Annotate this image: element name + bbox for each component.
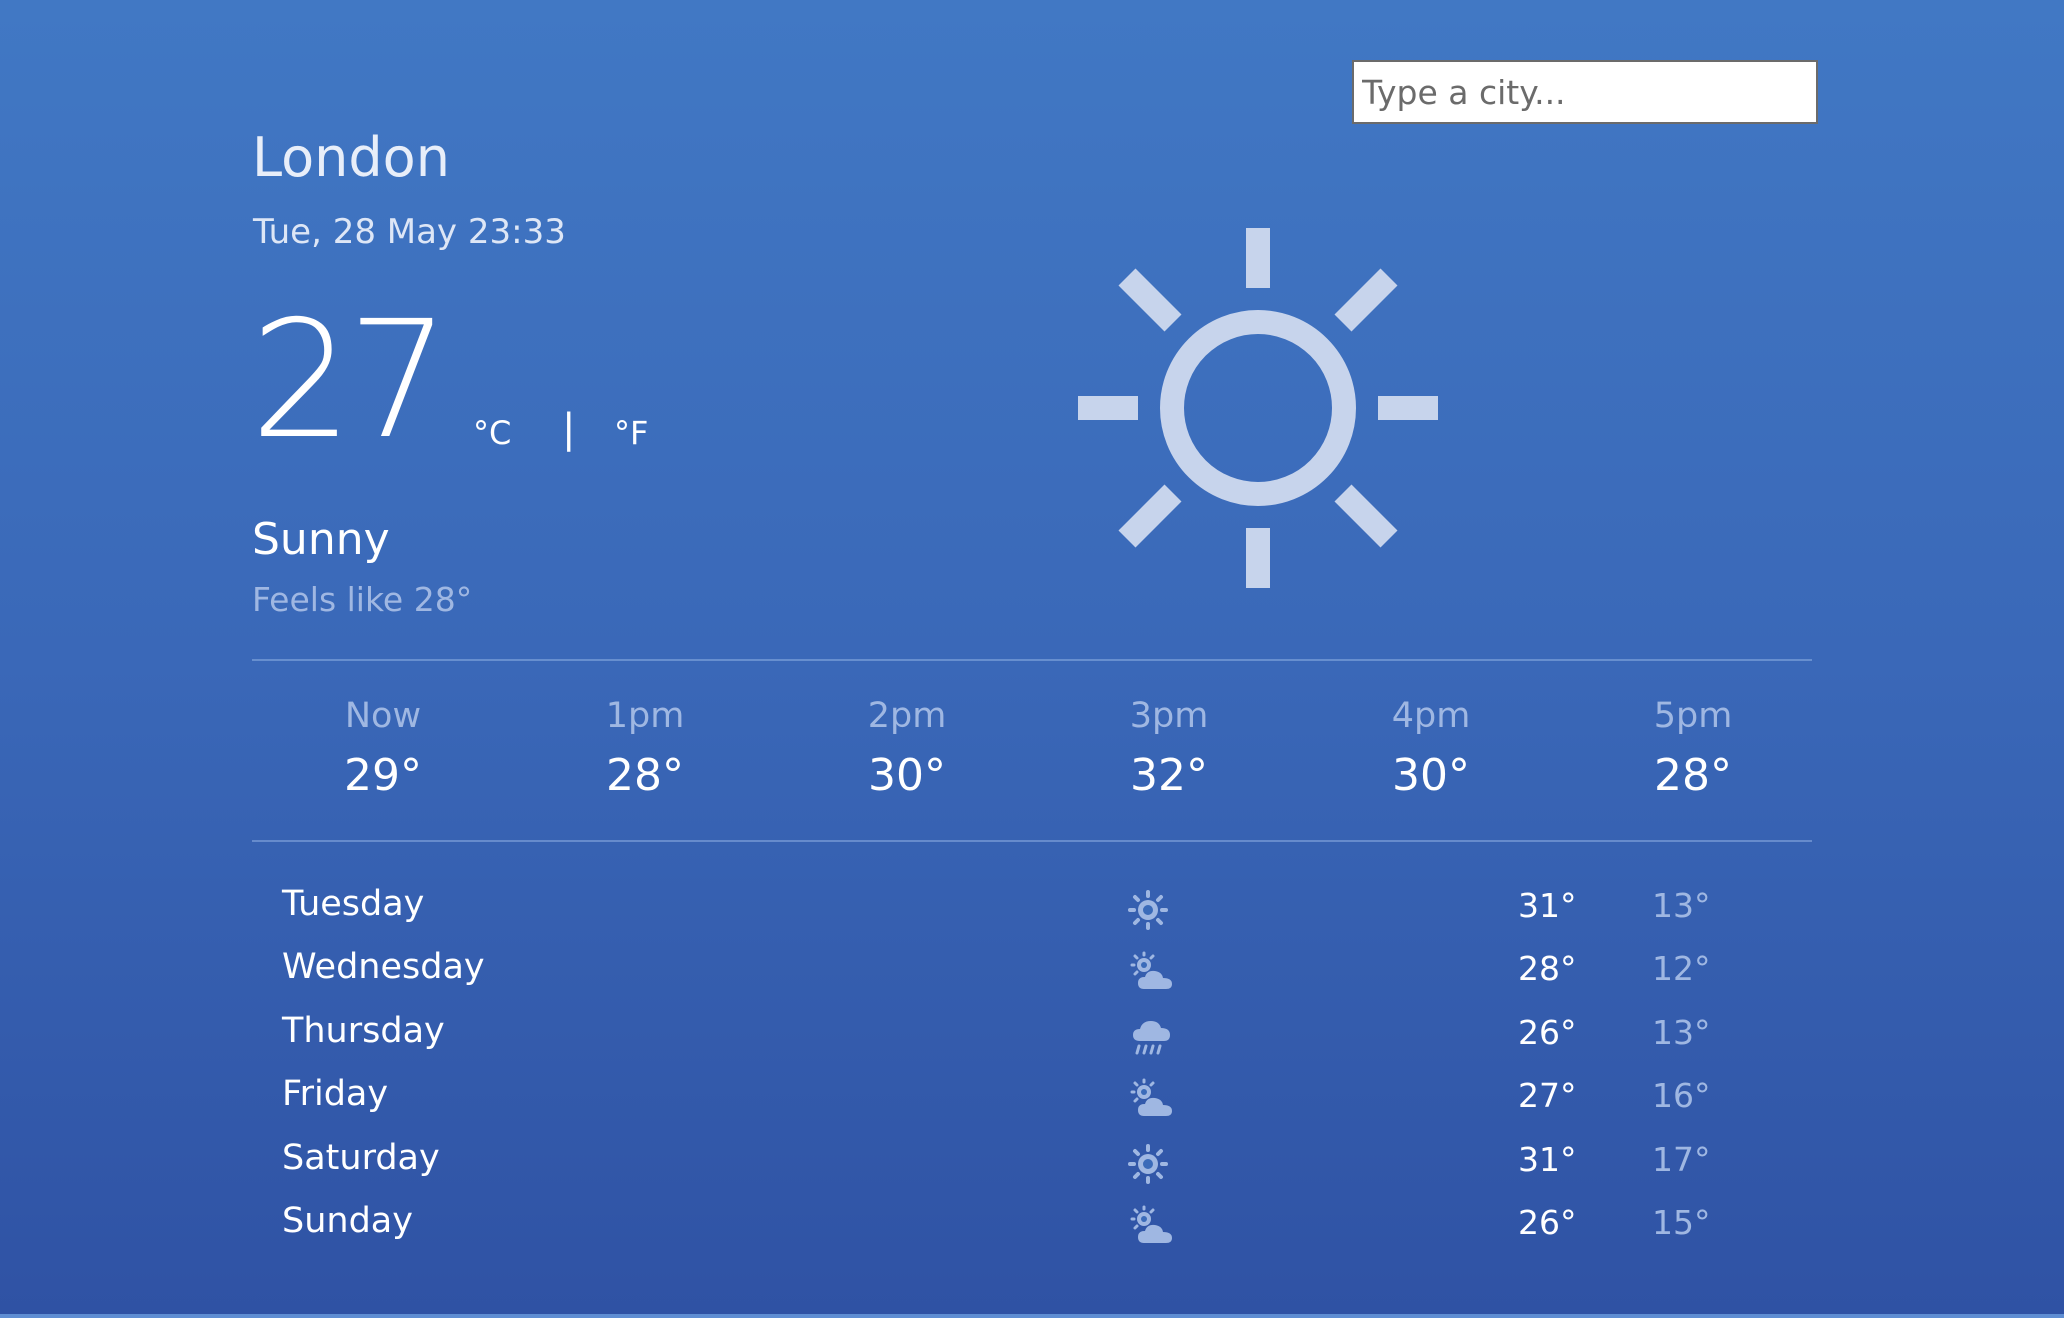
city-search-input[interactable]: [1352, 60, 1818, 124]
current-datetime: Tue, 28 May 23:33: [253, 212, 566, 252]
hour-temp: 29°: [344, 750, 422, 801]
unit-separator: |: [562, 406, 576, 452]
hour-temp: 28°: [1654, 750, 1732, 801]
day-low: 17°: [1652, 1139, 1711, 1179]
hourly-item: Now 29°: [252, 696, 514, 801]
hour-label: 4pm: [1391, 696, 1471, 736]
hourly-item: 1pm 28°: [514, 696, 776, 801]
hour-temp: 32°: [1130, 750, 1208, 801]
hour-label: Now: [344, 696, 422, 736]
day-name: Tuesday: [282, 884, 425, 924]
day-low: 15°: [1652, 1202, 1711, 1242]
sun-icon: [1078, 228, 1438, 588]
daily-row: Friday 27° 16°: [282, 1070, 1822, 1133]
sun-icon: [1128, 888, 1176, 932]
hourly-item: 5pm 28°: [1562, 696, 1824, 801]
hour-temp: 28°: [606, 750, 684, 801]
divider-bottom: [252, 840, 1812, 842]
daily-row: Tuesday 31° 13°: [282, 880, 1822, 943]
day-name: Wednesday: [282, 947, 485, 988]
divider-top: [252, 659, 1812, 661]
day-high: 26°: [1518, 1202, 1577, 1242]
day-name: Thursday: [282, 1010, 445, 1051]
current-condition: Sunny: [252, 514, 390, 565]
sun-cloud-icon: [1128, 1205, 1176, 1249]
hour-temp: 30°: [868, 750, 946, 801]
day-name: Friday: [282, 1074, 389, 1115]
day-high: 31°: [1518, 886, 1577, 925]
daily-row: Thursday 26° 13°: [282, 1007, 1822, 1070]
day-low: 12°: [1652, 949, 1711, 989]
day-high: 31°: [1518, 1139, 1577, 1179]
day-name: Sunday: [282, 1200, 413, 1241]
hourly-item: 4pm 30°: [1300, 696, 1562, 801]
bottom-border: [0, 1314, 2064, 1318]
hour-label: 3pm: [1129, 696, 1209, 736]
hour-label: 1pm: [605, 696, 685, 736]
hour-temp: 30°: [1392, 750, 1470, 801]
day-low: 13°: [1652, 1012, 1711, 1052]
day-low: 13°: [1652, 886, 1711, 925]
hourly-item: 2pm 30°: [776, 696, 1038, 801]
rain-cloud-icon: [1128, 1015, 1176, 1059]
hourly-forecast: Now 29° 1pm 28° 2pm 30° 3pm 32° 4pm 30° …: [252, 696, 1824, 801]
celsius-toggle[interactable]: °C: [473, 414, 511, 452]
day-high: 28°: [1518, 949, 1577, 989]
sun-cloud-icon: [1128, 1078, 1176, 1122]
daily-row: Wednesday 28° 12°: [282, 943, 1822, 1006]
hourly-item: 3pm 32°: [1038, 696, 1300, 801]
current-temperature: 27: [250, 287, 450, 475]
city-name: London: [252, 126, 450, 189]
day-high: 27°: [1518, 1076, 1577, 1116]
daily-row: Saturday 31° 17°: [282, 1134, 1822, 1197]
hour-label: 2pm: [867, 696, 947, 736]
day-high: 26°: [1518, 1012, 1577, 1052]
sun-icon: [1128, 1142, 1176, 1186]
hour-label: 5pm: [1653, 696, 1733, 736]
daily-forecast: Tuesday 31° 13° Wednesday 28° 12° Thursd…: [282, 880, 1822, 1260]
feels-like: Feels like 28°: [252, 580, 473, 619]
day-low: 16°: [1652, 1076, 1711, 1116]
day-name: Saturday: [282, 1137, 440, 1178]
fahrenheit-toggle[interactable]: °F: [614, 414, 648, 452]
sun-cloud-icon: [1128, 951, 1176, 995]
daily-row: Sunday 26° 15°: [282, 1197, 1822, 1260]
